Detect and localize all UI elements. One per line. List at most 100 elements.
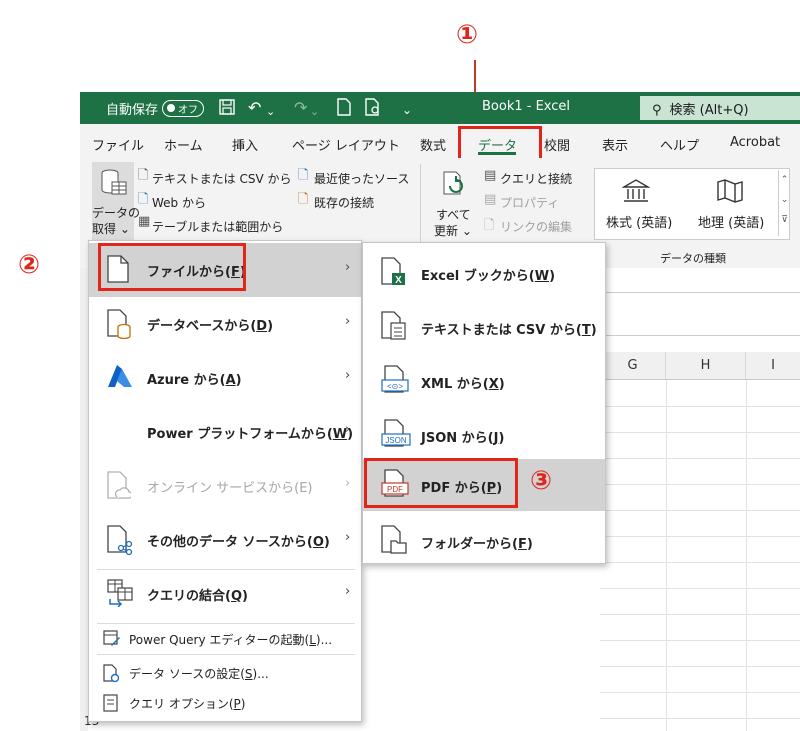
xml-label: XML から(X): [421, 377, 505, 392]
column-header-h[interactable]: H: [666, 352, 746, 380]
autosave-toggle[interactable]: オフ: [162, 100, 204, 117]
power-query-editor-icon: [103, 630, 120, 646]
refresh-all-button[interactable]: すべて 更新 ⌄: [432, 164, 476, 242]
web-icon: 🗋: [138, 192, 149, 207]
menu-item-from-azure[interactable]: Azure から(A) ›: [89, 351, 361, 405]
toggle-knob: [167, 104, 175, 112]
gridline: [600, 458, 800, 459]
from-database-label: データベースから(D): [147, 319, 274, 334]
undo-dropdown-icon[interactable]: ⌄: [266, 102, 275, 122]
document-title: Book1 - Excel: [482, 99, 571, 114]
submenu-chevron-icon: ›: [345, 368, 351, 383]
geography-button[interactable]: 地理 (英語): [698, 212, 764, 231]
submenu-item-xml[interactable]: <⊙> XML から(X): [363, 355, 605, 407]
get-data-label-1: データの: [92, 206, 141, 220]
menu-item-from-database[interactable]: データベースから(D) ›: [89, 297, 361, 351]
redo-icon[interactable]: ↷: [294, 98, 307, 118]
ribbon-properties[interactable]: プロパティ: [500, 194, 559, 211]
excel-book-label: Excel ブックから(W): [421, 269, 556, 284]
ribbon-table-range[interactable]: テーブルまたは範囲から: [152, 218, 283, 235]
gridline: [600, 718, 800, 719]
autosave-state: オフ: [178, 105, 198, 116]
refresh-label-1: すべて: [436, 208, 471, 222]
menu-item-from-power-platform[interactable]: Power プラットフォームから(W) ›: [89, 405, 361, 459]
column-header-g[interactable]: G: [600, 352, 666, 380]
edit-links-icon: 🗋: [484, 218, 495, 233]
submenu-item-excel-workbook[interactable]: X Excel ブックから(W): [363, 247, 605, 299]
folder-file-icon: [381, 525, 407, 554]
from-online-label: オンライン サービスから(E): [147, 481, 313, 496]
gridline: [600, 614, 800, 615]
formula-bar[interactable]: [606, 292, 800, 336]
new-file-icon[interactable]: [336, 98, 352, 121]
menu-item-data-source-settings[interactable]: データ ソースの設定(S)...: [89, 659, 361, 687]
recent-sources-icon: 🗋: [298, 168, 309, 183]
other-sources-icon: [107, 525, 133, 555]
tab-help[interactable]: ヘルプ: [660, 135, 699, 154]
folder-label: フォルダーから(F): [421, 537, 533, 552]
menu-item-combine-queries[interactable]: クエリの結合(Q) ›: [89, 567, 361, 621]
ribbon-edit-links[interactable]: リンクの編集: [500, 218, 572, 235]
tab-acrobat[interactable]: Acrobat: [730, 135, 780, 150]
annotation-box-from-file: [98, 243, 246, 291]
annotation-step-1: ①: [456, 20, 479, 50]
submenu-chevron-icon: ›: [345, 422, 351, 437]
menu-item-query-options[interactable]: クエリ オプション(P): [89, 689, 361, 717]
submenu-item-folder[interactable]: フォルダーから(F): [363, 515, 605, 567]
existing-connections-icon: 🗋: [298, 192, 309, 207]
source-settings-label: データ ソースの設定(S)...: [129, 667, 269, 681]
stocks-button[interactable]: 株式 (英語): [606, 212, 672, 231]
tab-insert[interactable]: 挿入: [232, 135, 258, 154]
azure-icon: [108, 365, 132, 387]
tab-review[interactable]: 校閲: [544, 135, 570, 154]
submenu-chevron-icon: ›: [345, 584, 351, 599]
combine-queries-label: クエリの結合(Q): [147, 589, 248, 604]
gridline: [600, 536, 800, 537]
gridline: [600, 692, 800, 693]
combine-queries-icon: [107, 579, 133, 607]
ribbon-text-csv[interactable]: テキストまたは CSV から: [152, 170, 291, 187]
bank-icon: [622, 179, 650, 202]
query-options-label: クエリ オプション(P): [129, 697, 246, 711]
submenu-chevron-icon: ›: [345, 476, 351, 491]
submenu-chevron-icon: ›: [345, 260, 351, 275]
cloud-file-icon: [107, 471, 131, 499]
annotation-step-2: ②: [18, 250, 41, 280]
search-box[interactable]: ⚲ 検索 (Alt+Q): [640, 96, 800, 120]
query-options-icon: [103, 694, 118, 712]
redo-dropdown-icon[interactable]: ⌄: [310, 102, 319, 122]
data-source-settings-icon: [103, 664, 120, 683]
menu-item-from-other-sources[interactable]: その他のデータ ソースから(O) ›: [89, 513, 361, 567]
tab-formulas[interactable]: 数式: [420, 135, 446, 154]
get-data-button[interactable]: データの 取得 ⌄: [92, 162, 140, 240]
submenu-item-text-csv[interactable]: テキストまたは CSV から(T): [363, 301, 605, 353]
search-text: 検索 (Alt+Q): [669, 103, 749, 118]
tab-page-layout[interactable]: ページ レイアウト: [292, 135, 400, 154]
from-file-submenu: X Excel ブックから(W) テキストまたは CSV から(T) <⊙> X…: [362, 242, 606, 564]
json-label: JSON から(J): [421, 431, 505, 446]
launch-pq-label: Power Query エディターの起動(L)...: [129, 633, 333, 647]
tab-view[interactable]: 表示: [602, 135, 628, 154]
ribbon-web[interactable]: Web から: [152, 194, 206, 211]
ribbon-existing-connections[interactable]: 既存の接続: [314, 194, 374, 211]
gallery-scroll[interactable]: ⌃ ⌄ ⊽: [778, 170, 790, 236]
from-other-label: その他のデータ ソースから(O): [147, 535, 330, 550]
annotation-box-data-tab: [458, 126, 542, 162]
menu-item-launch-power-query[interactable]: Power Query エディターの起動(L)...: [89, 625, 361, 653]
undo-icon[interactable]: ↶: [248, 98, 261, 118]
submenu-item-json[interactable]: JSON JSON から(J): [363, 409, 605, 461]
submenu-chevron-icon: ›: [345, 530, 351, 545]
menu-item-from-online-services[interactable]: オンライン サービスから(E) ›: [89, 459, 361, 513]
print-preview-icon[interactable]: [364, 98, 382, 121]
gridline: [600, 588, 800, 589]
tab-home[interactable]: ホーム: [164, 135, 203, 154]
column-header-i[interactable]: I: [746, 352, 800, 380]
tab-file[interactable]: ファイル: [92, 135, 144, 154]
data-types-group-label: データの種類: [660, 252, 726, 265]
map-icon: [717, 179, 743, 203]
ribbon-recent-sources[interactable]: 最近使ったソース: [314, 170, 409, 187]
save-icon[interactable]: [218, 98, 236, 121]
search-icon: ⚲: [652, 103, 662, 118]
customize-qat-icon[interactable]: ⌄: [402, 100, 412, 120]
ribbon-queries-connections[interactable]: クエリと接続: [500, 170, 572, 187]
